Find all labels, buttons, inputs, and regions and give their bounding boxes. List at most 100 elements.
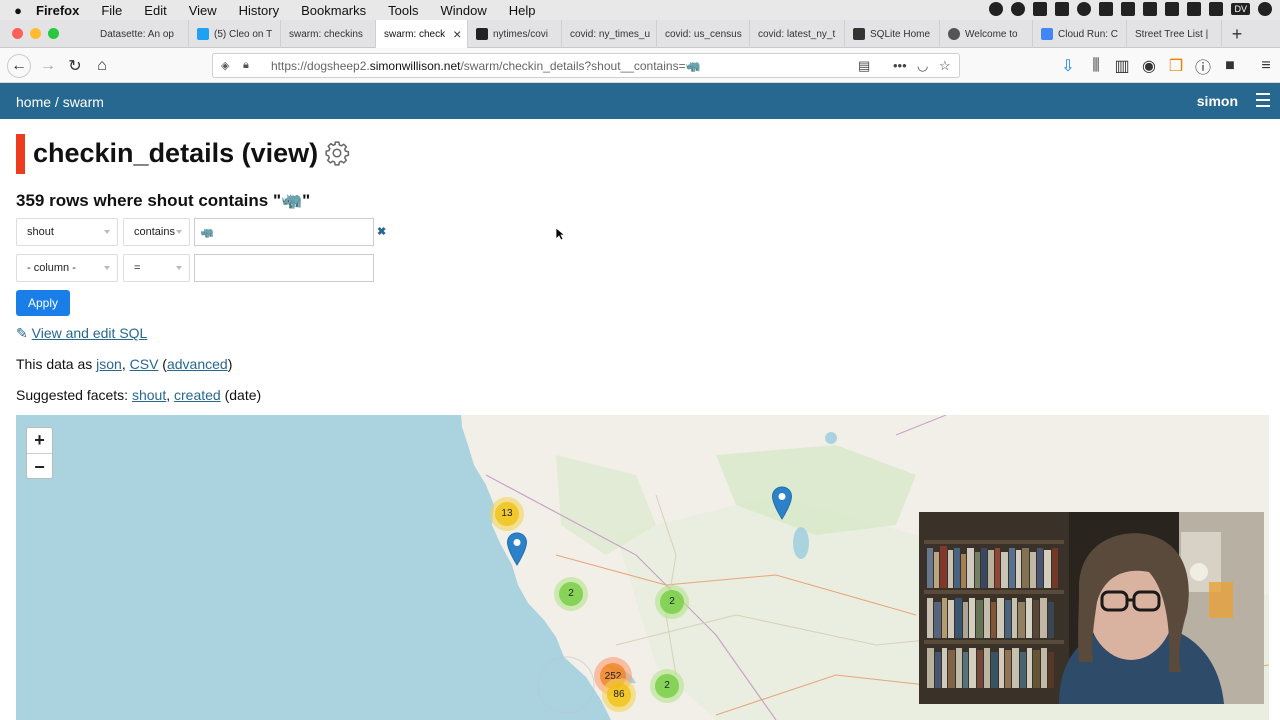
facet-created-link[interactable]: created xyxy=(174,387,221,403)
menu-edit[interactable]: Edit xyxy=(144,3,166,18)
reload-icon: ↻ xyxy=(68,58,82,75)
zoom-window-icon[interactable] xyxy=(48,28,59,39)
map-cluster-marker[interactable]: 2 xyxy=(554,577,588,611)
twitter-icon xyxy=(197,28,209,40)
datasette-header: home / swarm simon xyxy=(0,83,1280,119)
json-link[interactable]: json xyxy=(96,356,122,372)
extension-4-icon[interactable]: ■ xyxy=(1218,54,1242,78)
tab-covid-census[interactable]: covid: us_census xyxy=(657,20,750,48)
tray-app-icon[interactable] xyxy=(989,2,1004,16)
app-menu-icon[interactable]: ≡ xyxy=(1254,54,1278,78)
map-zoom-control: + − xyxy=(26,427,53,479)
url-bar[interactable]: ◈ 🔒︎ https://dogsheep2.simonwillison.net… xyxy=(212,53,960,78)
tray-dropbox-icon[interactable] xyxy=(1033,2,1048,16)
close-window-icon[interactable] xyxy=(12,28,23,39)
forward-button[interactable]: → xyxy=(36,54,60,78)
menu-file[interactable]: File xyxy=(101,3,122,18)
map-pin-icon[interactable] xyxy=(771,486,793,520)
user-name: simon xyxy=(1196,93,1238,109)
breadcrumb[interactable]: home / swarm xyxy=(16,94,104,110)
library-icon[interactable]: ⫼ xyxy=(1084,54,1108,78)
view-edit-sql-link[interactable]: View and edit SQL xyxy=(32,325,148,341)
menu-tools[interactable]: Tools xyxy=(388,3,418,18)
clear-filter-icon[interactable]: ✖ xyxy=(377,225,386,238)
reader-view-icon[interactable]: ▤ xyxy=(858,58,870,74)
tab-swarm-checkins[interactable]: swarm: checkins xyxy=(281,20,376,48)
map-cluster-marker[interactable]: 2 xyxy=(655,585,689,619)
menu-view[interactable]: View xyxy=(189,3,217,18)
gear-icon[interactable] xyxy=(324,140,350,166)
bookmark-star-icon[interactable]: ☆ xyxy=(939,58,951,74)
map-pin-icon[interactable] xyxy=(506,532,528,566)
sqlite-icon xyxy=(853,28,865,40)
suggested-facets-line: Suggested facets: shout, created (date) xyxy=(16,387,262,403)
tray-docker-icon[interactable] xyxy=(1055,2,1070,16)
filter-value-input[interactable]: 🦏 xyxy=(194,218,374,246)
webcam-video-frame xyxy=(919,512,1264,704)
tab-cloud-run[interactable]: Cloud Run: C xyxy=(1033,20,1127,48)
tab-datasette[interactable]: Datasette: An op xyxy=(92,20,189,48)
tab-sqlite[interactable]: SQLite Home xyxy=(845,20,940,48)
downloads-icon[interactable]: ⇩ xyxy=(1056,54,1080,78)
row-count-summary: 359 rows where shout contains "🦏" xyxy=(16,191,311,210)
tab-street-tree[interactable]: Street Tree List | xyxy=(1127,20,1222,48)
bluetooth-icon[interactable] xyxy=(1209,2,1224,16)
page-actions-icon[interactable]: ••• xyxy=(893,58,907,73)
back-button[interactable]: ← xyxy=(7,54,31,78)
new-filter-column-select[interactable]: - column - xyxy=(16,254,118,282)
close-tab-icon[interactable]: × xyxy=(453,26,461,42)
extension-2-icon[interactable]: ❒ xyxy=(1164,54,1188,78)
tab-cleo[interactable]: (5) Cleo on T xyxy=(189,20,281,48)
tray-record-icon[interactable] xyxy=(1011,2,1026,16)
tab-covid-ny-times[interactable]: covid: ny_times_u xyxy=(562,20,657,48)
pocket-icon[interactable]: ◡ xyxy=(917,58,928,74)
filter-operator-select[interactable]: contains xyxy=(123,218,190,246)
wifi-icon[interactable] xyxy=(1258,2,1272,16)
webcam-overlay xyxy=(919,512,1264,704)
map-cluster-marker[interactable]: 13 xyxy=(490,497,524,531)
extension-3-icon[interactable]: ⓘ xyxy=(1191,54,1215,78)
tab-swarm-active[interactable]: swarm: check × xyxy=(376,20,468,48)
tab-welcome[interactable]: Welcome to xyxy=(940,20,1033,48)
menu-firefox[interactable]: Firefox xyxy=(36,3,79,18)
tray-list-icon[interactable] xyxy=(1143,2,1158,16)
new-filter-operator-select[interactable]: = xyxy=(123,254,190,282)
window-controls xyxy=(12,28,59,39)
reload-button[interactable]: ↻ xyxy=(63,54,87,78)
hamburger-menu-icon[interactable] xyxy=(1256,93,1270,107)
filter-column-select[interactable]: shout xyxy=(16,218,118,246)
zoom-out-button[interactable]: − xyxy=(27,454,52,480)
zoom-in-button[interactable]: + xyxy=(27,428,52,454)
sidebar-icon[interactable]: ▥ xyxy=(1110,54,1134,78)
tab-covid-latest[interactable]: covid: latest_ny_t xyxy=(750,20,845,48)
tray-dv-badge[interactable]: DV xyxy=(1231,3,1250,15)
apply-button[interactable]: Apply xyxy=(16,290,70,316)
menu-window[interactable]: Window xyxy=(441,3,487,18)
tray-elephant-icon[interactable] xyxy=(1099,2,1114,16)
home-button[interactable]: ⌂ xyxy=(90,54,114,78)
tray-info-icon[interactable] xyxy=(1077,2,1092,16)
menu-help[interactable]: Help xyxy=(509,3,536,18)
url-text[interactable]: https://dogsheep2.simonwillison.net/swar… xyxy=(271,59,701,73)
edit-sql-line: ✎ View and edit SQL xyxy=(16,325,147,342)
tab-nytimes[interactable]: nytimes/covi xyxy=(468,20,562,48)
tab-strip: Datasette: An op (5) Cleo on T swarm: ch… xyxy=(0,20,1280,48)
map-cluster-marker[interactable]: 2 xyxy=(650,669,684,703)
tray-camera-icon[interactable] xyxy=(1165,2,1180,16)
apple-icon[interactable]: ● xyxy=(0,3,36,18)
lock-icon[interactable]: 🔒︎ xyxy=(243,59,257,72)
shield-icon[interactable]: ◈ xyxy=(221,59,235,72)
menu-bookmarks[interactable]: Bookmarks xyxy=(301,3,366,18)
minimize-window-icon[interactable] xyxy=(30,28,41,39)
page-title: checkin_details (view) xyxy=(33,138,319,168)
map-cluster-marker[interactable]: 86 xyxy=(602,678,636,712)
new-tab-button[interactable]: + xyxy=(1226,20,1248,48)
extension-1-icon[interactable]: ◉ xyxy=(1137,54,1161,78)
new-filter-value-input[interactable] xyxy=(194,254,374,282)
tray-grid-icon[interactable] xyxy=(1121,2,1136,16)
advanced-link[interactable]: advanced xyxy=(167,356,228,372)
menu-history[interactable]: History xyxy=(239,3,279,18)
csv-link[interactable]: CSV xyxy=(130,356,159,372)
tray-lines-icon[interactable] xyxy=(1187,2,1202,16)
facet-shout-link[interactable]: shout xyxy=(132,387,166,403)
